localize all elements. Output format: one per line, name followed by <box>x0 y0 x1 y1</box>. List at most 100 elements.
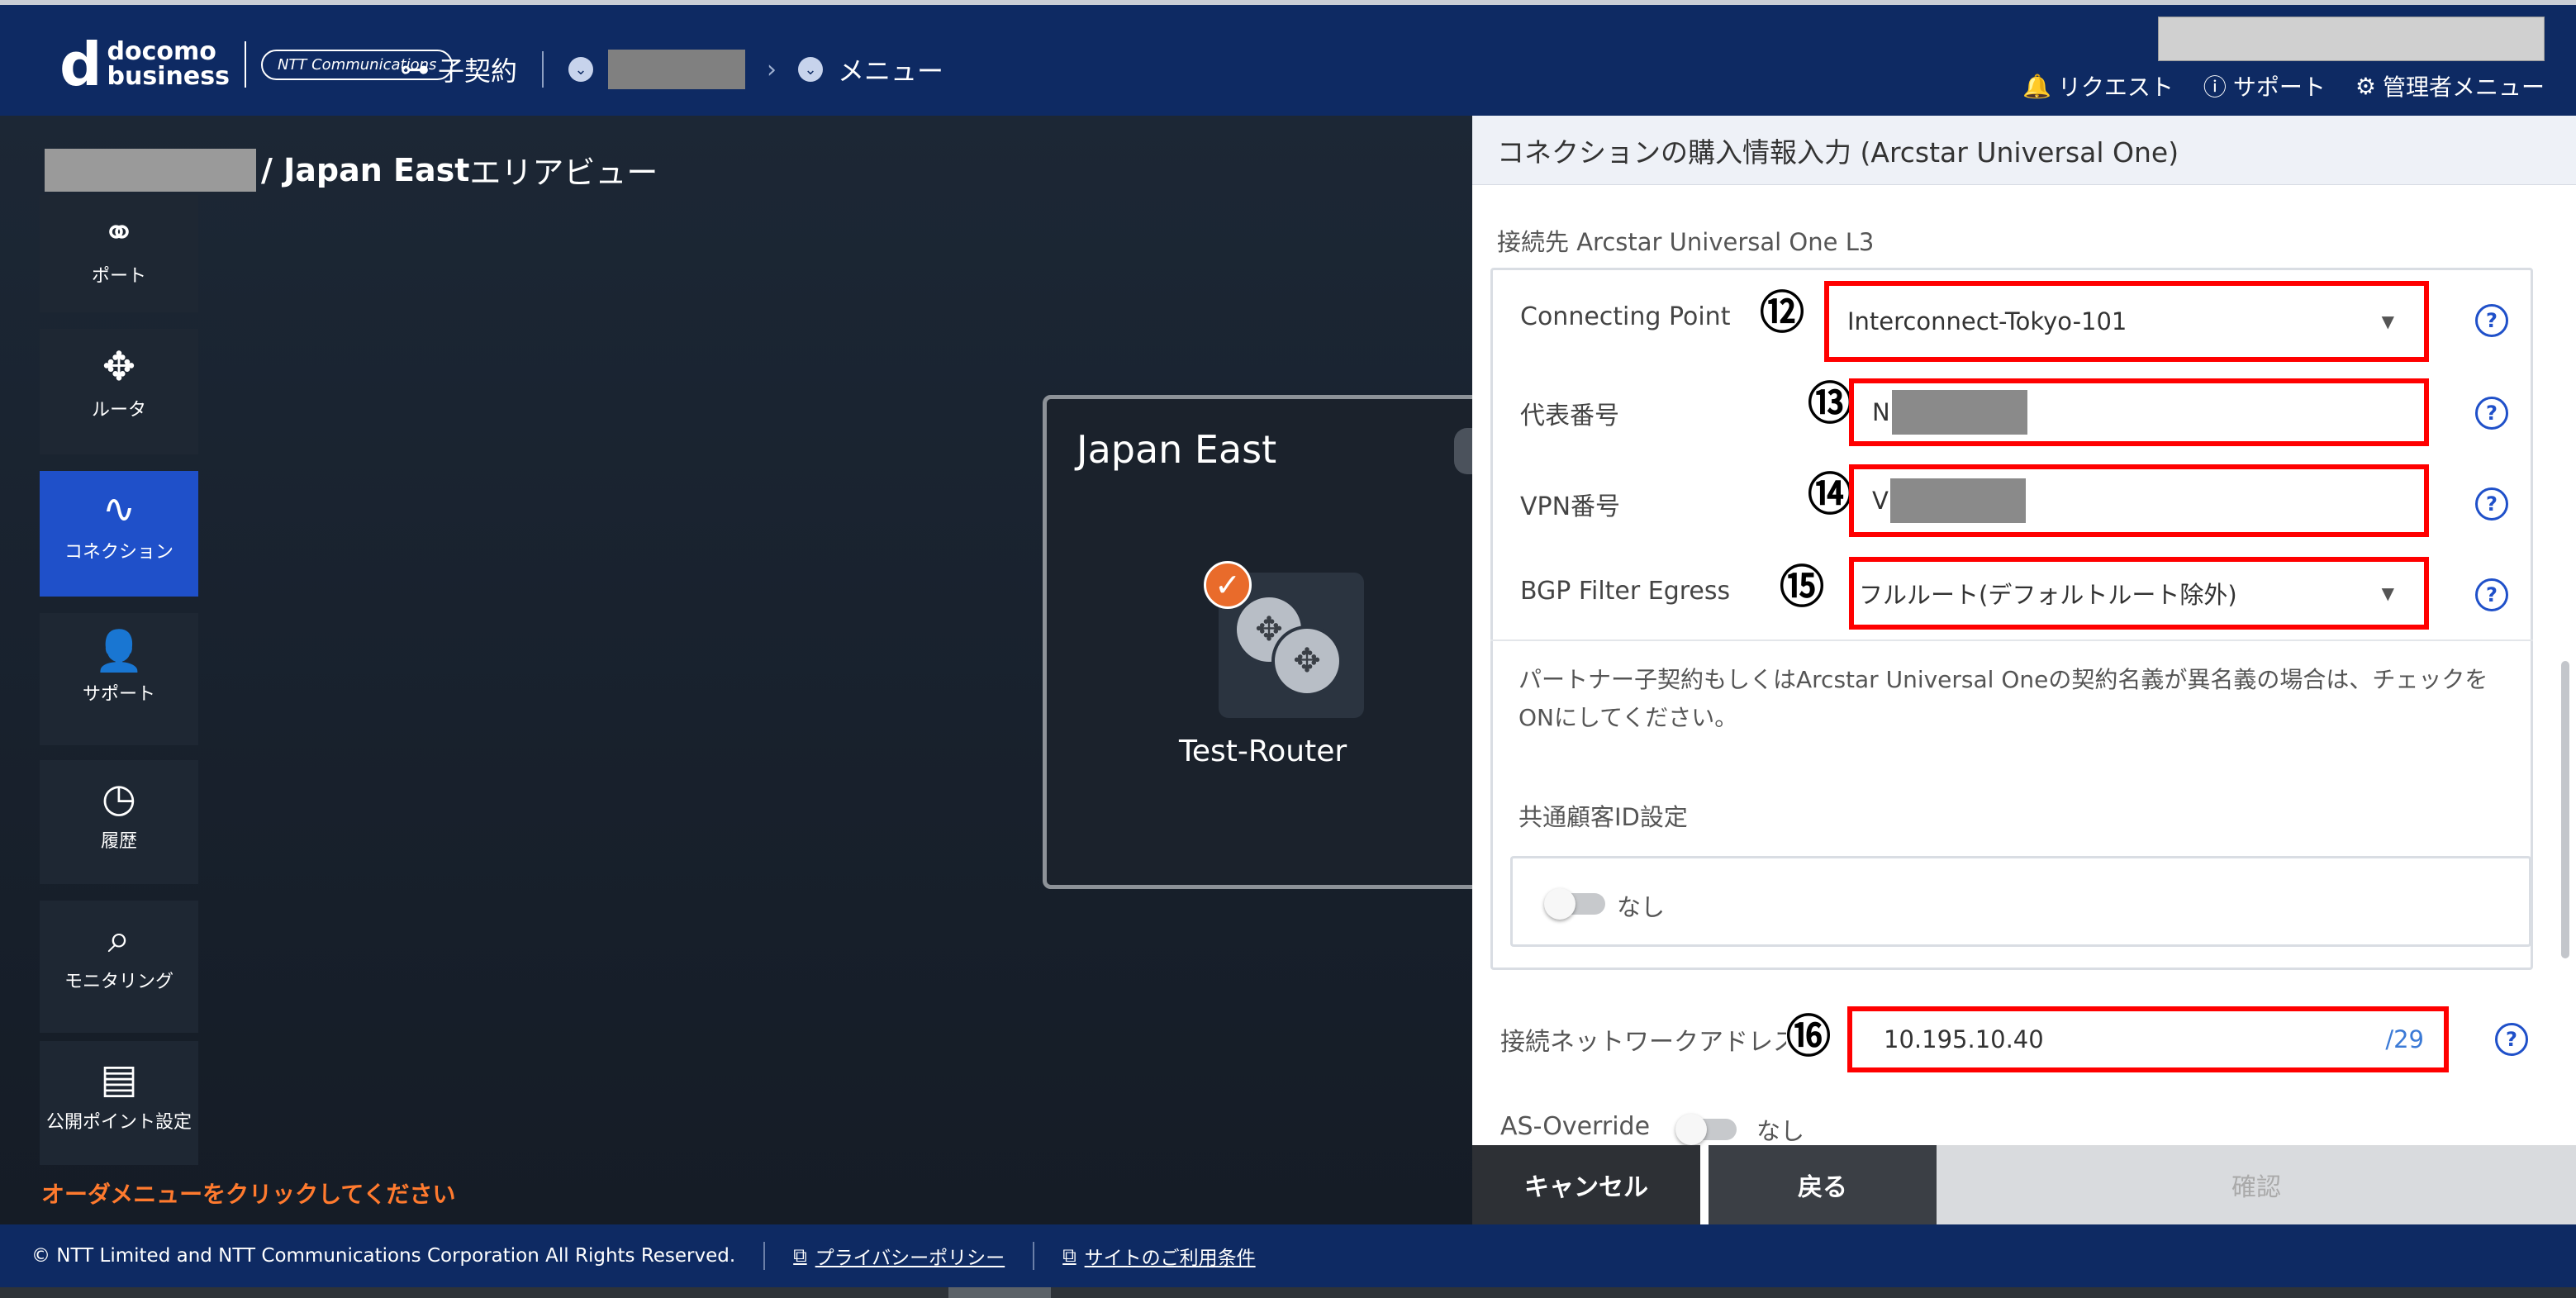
common-customer-id-label: 共通顧客ID設定 <box>1519 803 1688 831</box>
region-title: Japan East <box>1077 427 1277 472</box>
router-name: Test-Router <box>1179 735 1347 768</box>
order-menu-message: オーダメニューをクリックしてください <box>41 1181 456 1208</box>
masked-value <box>1889 478 2026 523</box>
router-icon: ✥ <box>1271 625 1343 697</box>
annotation-number-16: ⑯ <box>1786 1010 1831 1063</box>
bgp-filter-egress-select[interactable]: フルルート(デフォルトルート除外) ▼ <box>1849 557 2429 630</box>
copyright-text: © NTT Limited and NTT Communications Cor… <box>31 1245 736 1267</box>
help-icon[interactable]: ? <box>2475 397 2508 430</box>
footer-divider <box>1033 1242 1035 1270</box>
masked-contract-name[interactable] <box>608 50 746 89</box>
port-icon: ⚭ <box>102 210 136 256</box>
common-customer-id-toggle-label: なし <box>1617 893 1666 921</box>
vpn-number-input[interactable]: V <box>1849 464 2429 537</box>
dropdown-arrow-icon: ▼ <box>2381 311 2394 331</box>
chevron-down-icon[interactable]: ⌄ <box>798 57 824 82</box>
representative-number-input[interactable]: N <box>1849 378 2429 446</box>
bgp-filter-egress-label: BGP Filter Egress <box>1520 577 1731 606</box>
connecting-point-value: Interconnect-Tokyo-101 <box>1847 307 2127 335</box>
annotation-number-12: ⑫ <box>1760 287 1804 339</box>
terms-of-use-link[interactable]: ⧉ サイトのご利用条件 <box>1062 1242 1255 1270</box>
representative-number-label: 代表番号 <box>1520 402 1619 430</box>
vpn-number-label: VPN番号 <box>1520 492 1621 521</box>
as-override-toggle[interactable] <box>1675 1114 1737 1145</box>
taskbar-tab[interactable] <box>948 1287 1051 1298</box>
common-customer-id-toggle[interactable] <box>1544 888 1605 920</box>
footer: © NTT Limited and NTT Communications Cor… <box>0 1224 2576 1287</box>
section-title: 接続先 Arcstar Universal One L3 <box>1497 228 1875 256</box>
network-address-input[interactable]: 10.195.10.40 /29 <box>1847 1006 2449 1072</box>
annotation-number-15: ⑮ <box>1780 561 1824 613</box>
connecting-point-label: Connecting Point <box>1520 302 1731 331</box>
sidebar-item-connection[interactable]: ∿ コネクション <box>40 471 198 597</box>
vpn-number-value: V <box>1872 487 1889 515</box>
form-divider <box>1490 639 2533 641</box>
masked-value <box>1891 390 2027 435</box>
support-link-label: サポート <box>2232 74 2326 101</box>
sidebar-item-public-point[interactable]: ▤ 公開ポイント設定 <box>40 1041 198 1165</box>
annotation-number-14: ⑭ <box>1808 468 1852 521</box>
docomo-business-logo[interactable]: d docomo business NTT Communications <box>59 35 454 94</box>
bgp-filter-egress-value: フルルート(デフォルトルート除外) <box>1859 581 2237 609</box>
chevron-right-icon: › <box>767 55 777 84</box>
taskbar-strip <box>0 1287 2576 1298</box>
request-link-label: リクエスト <box>2057 74 2174 101</box>
sidebar-item-label: ポート <box>91 266 146 287</box>
connection-icon: ∿ <box>102 486 136 532</box>
footer-divider <box>763 1242 766 1270</box>
header-links: 🔔 リクエスト ⓘ サポート ⚙ 管理者メニュー <box>2022 69 2545 102</box>
breadcrumb-contract[interactable]: 子契約 <box>438 50 517 88</box>
history-icon: ◷ <box>102 775 136 821</box>
region-japan-east[interactable]: Japan East ✥ ✥ ✓ Test-Router <box>1043 395 1489 889</box>
breadcrumb-menu[interactable]: メニュー <box>838 50 943 88</box>
router-icon: ✥ <box>102 344 136 390</box>
logo-business-text: business <box>107 62 230 91</box>
sidebar-item-label: モニタリング <box>64 972 173 992</box>
back-button[interactable]: 戻る <box>1709 1145 1937 1224</box>
sidebar-item-router[interactable]: ✥ ルータ <box>40 329 198 454</box>
connecting-point-select[interactable]: Interconnect-Tokyo-101 ▼ <box>1824 281 2429 362</box>
annotation-number-13: ⑬ <box>1808 378 1852 430</box>
help-icon[interactable]: ? <box>2475 578 2508 611</box>
as-override-toggle-label: なし <box>1756 1117 1805 1145</box>
sidebar-item-port[interactable]: ⚭ ポート <box>40 195 198 312</box>
partner-note: パートナー子契約もしくはArcstar Universal Oneの契約名義が異… <box>1519 666 2488 731</box>
user-gear-icon: 👤 <box>94 628 144 674</box>
panel-title: コネクションの購入情報入力 (Arcstar Universal One) <box>1497 136 2179 169</box>
cancel-button[interactable]: キャンセル <box>1472 1145 1700 1224</box>
network-address-label: 接続ネットワークアドレス <box>1500 1028 1798 1057</box>
panel-header: コネクションの購入情報入力 (Arcstar Universal One) <box>1472 116 2576 185</box>
support-link[interactable]: ⓘ サポート <box>2203 69 2326 102</box>
monitor-icon: ▤ <box>100 1056 138 1102</box>
monitoring-icon: ⌕ <box>107 915 131 962</box>
toggle-knob <box>1675 1114 1707 1145</box>
sidebar-item-label: ルータ <box>91 400 146 421</box>
sidebar-item-history[interactable]: ◷ 履歴 <box>40 760 198 884</box>
help-icon[interactable]: ? <box>2475 487 2508 521</box>
confirm-button[interactable]: 確認 <box>1937 1145 2576 1224</box>
gear-icon: ⚙ <box>2355 72 2376 100</box>
sidebar-item-label: コネクション <box>64 542 173 563</box>
sidebar-item-support[interactable]: 👤 サポート <box>40 613 198 745</box>
admin-menu-link[interactable]: ⚙ 管理者メニュー <box>2355 69 2545 102</box>
privacy-policy-label: プライバシーポリシー <box>815 1248 1005 1269</box>
sidebar-item-label: 履歴 <box>100 831 137 852</box>
check-icon: ✓ <box>1204 561 1252 609</box>
admin-menu-link-label: 管理者メニュー <box>2382 74 2545 101</box>
request-link[interactable]: 🔔 リクエスト <box>2022 69 2174 102</box>
bell-icon: 🔔 <box>2022 72 2051 100</box>
help-icon[interactable]: ? <box>2495 1023 2528 1056</box>
top-header: d docomo business NTT Communications ⊶ 子… <box>0 0 2576 116</box>
panel-scrollbar[interactable] <box>2561 661 2569 958</box>
help-icon[interactable]: ? <box>2475 304 2508 337</box>
chevron-down-icon[interactable]: ⌄ <box>568 57 594 82</box>
help-circle-icon: ⓘ <box>2203 74 2227 101</box>
sidebar-item-monitoring[interactable]: ⌕ モニタリング <box>40 901 198 1033</box>
privacy-policy-link[interactable]: ⧉ プライバシーポリシー <box>793 1242 1005 1270</box>
purchase-info-panel: コネクションの購入情報入力 (Arcstar Universal One) 接続… <box>1472 116 2576 1224</box>
area-view-label: エリアビュー <box>469 155 658 191</box>
logo-separator <box>244 41 246 88</box>
sidebar-item-label: サポート <box>82 684 155 705</box>
breadcrumb-divider <box>542 51 544 88</box>
external-link-icon: ⧉ <box>793 1245 807 1267</box>
